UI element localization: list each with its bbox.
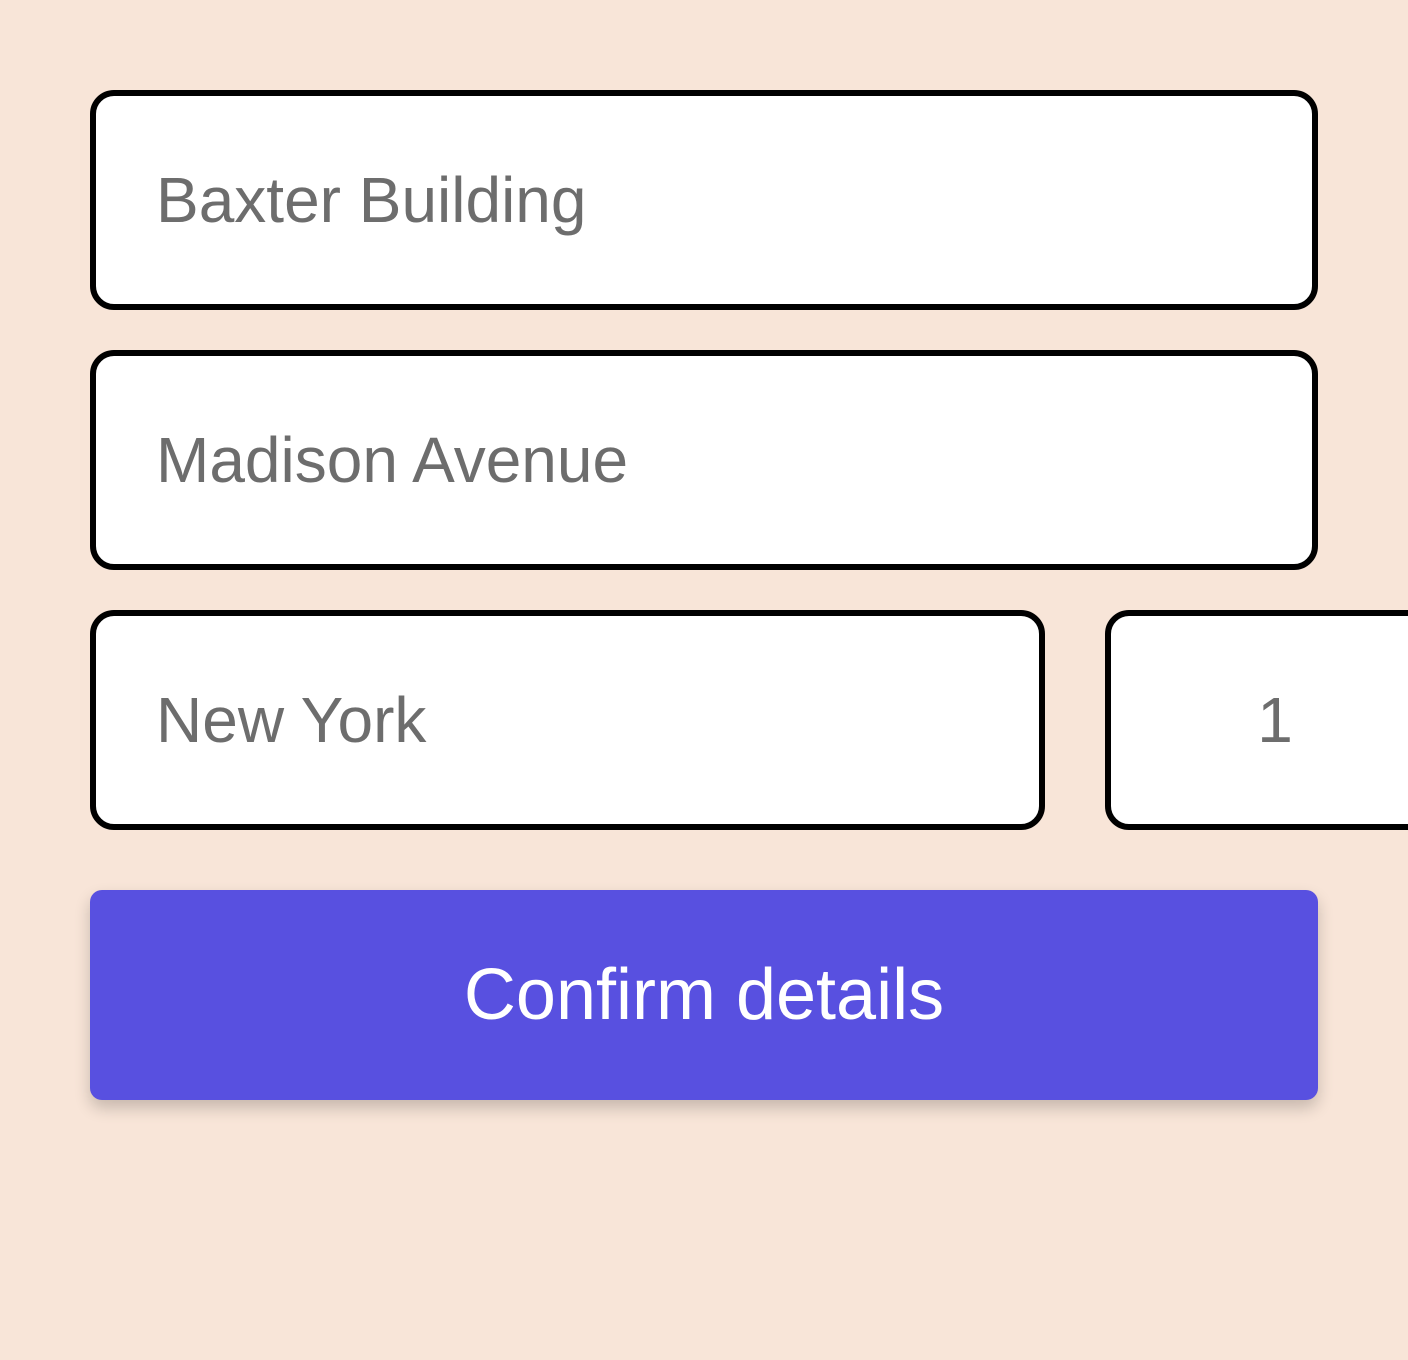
building-input[interactable] <box>90 90 1318 310</box>
street-input[interactable] <box>90 350 1318 570</box>
address-form: Confirm details <box>90 90 1318 1100</box>
city-input[interactable] <box>90 610 1045 830</box>
number-input[interactable] <box>1105 610 1408 830</box>
confirm-button[interactable]: Confirm details <box>90 890 1318 1100</box>
city-number-row <box>90 610 1318 830</box>
